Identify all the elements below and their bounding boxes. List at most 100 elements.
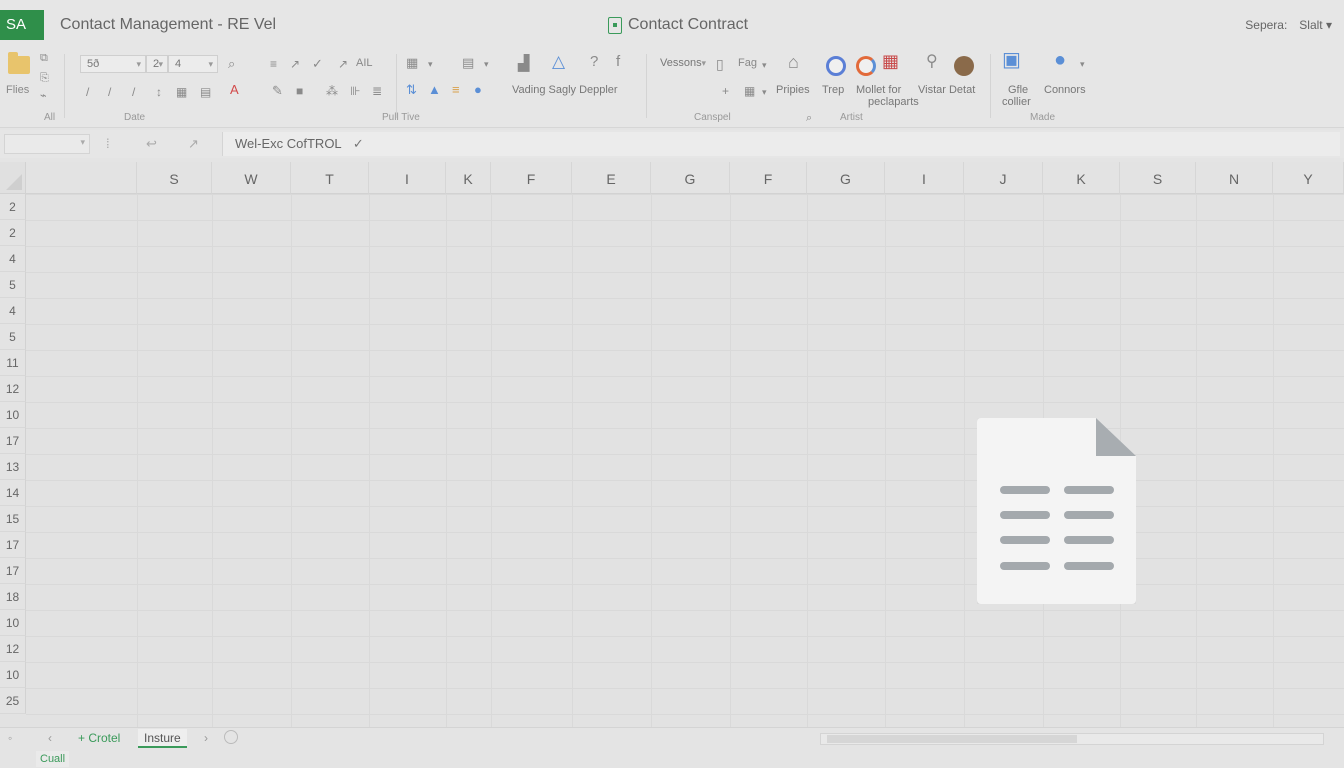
share-button[interactable]: Sepera: bbox=[1245, 18, 1287, 32]
column-header[interactable]: G bbox=[651, 162, 730, 194]
person-icon[interactable]: ▲ bbox=[428, 82, 441, 98]
format-painter-icon[interactable]: ⌁ bbox=[40, 88, 47, 104]
column-header[interactable]: N bbox=[1196, 162, 1273, 194]
column-header[interactable]: F bbox=[491, 162, 572, 194]
properties-button[interactable]: Pripies bbox=[776, 84, 810, 96]
row-header[interactable]: 18 bbox=[0, 584, 26, 610]
column-header[interactable]: G bbox=[807, 162, 885, 194]
cells-icon[interactable]: ▤ bbox=[462, 55, 474, 71]
grid-icon[interactable]: ▦ bbox=[744, 83, 755, 99]
chevron-down-icon[interactable]: ▾ bbox=[428, 56, 433, 72]
folder-icon[interactable] bbox=[8, 52, 30, 74]
styles-button[interactable]: Vading Sagly Deppler bbox=[512, 84, 618, 96]
list-icon[interactable]: ≡ bbox=[452, 82, 460, 98]
insert-function-icon[interactable]: ↗ bbox=[188, 136, 199, 152]
row-header[interactable]: 10 bbox=[0, 610, 26, 636]
tab-scroll-next-icon[interactable]: › bbox=[204, 731, 208, 745]
refresh-icon[interactable] bbox=[856, 56, 876, 76]
column-header[interactable]: I bbox=[369, 162, 446, 194]
enter-icon[interactable]: ↩ bbox=[146, 136, 157, 152]
column-header[interactable]: S bbox=[137, 162, 212, 194]
triangle-icon[interactable]: △ bbox=[552, 53, 565, 70]
trep-button[interactable]: Trep bbox=[822, 84, 844, 96]
column-header[interactable]: T bbox=[291, 162, 369, 194]
row-header[interactable]: 2 bbox=[0, 220, 26, 246]
check-icon[interactable]: ✓ bbox=[312, 56, 323, 72]
underline-icon[interactable]: / bbox=[108, 84, 111, 100]
apps-icon[interactable]: ▦ bbox=[882, 52, 899, 70]
row-header[interactable]: 12 bbox=[0, 636, 26, 662]
mollet-button-line2[interactable]: peclaparts bbox=[868, 96, 919, 108]
column-header[interactable]: W bbox=[212, 162, 291, 194]
formula-input[interactable]: Wel-Exc CofTROL ✓ bbox=[222, 132, 1340, 156]
chevron-down-icon[interactable]: ▾ bbox=[1080, 56, 1085, 72]
file-icon[interactable]: ▯ bbox=[716, 56, 724, 72]
chart-icon[interactable]: ▟ bbox=[518, 56, 530, 72]
gfile-button-line2[interactable]: collier bbox=[1002, 96, 1031, 108]
row-header[interactable]: 2 bbox=[0, 194, 26, 220]
gfile-button-line1[interactable]: Gfle bbox=[1008, 84, 1028, 96]
font-size-select[interactable]: 2 bbox=[146, 55, 168, 73]
window-icon[interactable]: ▣ bbox=[1002, 50, 1021, 70]
italic-icon[interactable]: / bbox=[86, 84, 89, 100]
row-header[interactable]: 5 bbox=[0, 324, 26, 350]
sheet-tab-crotel[interactable]: + Crotel bbox=[72, 729, 126, 748]
row-header[interactable]: 14 bbox=[0, 480, 26, 506]
versions-select[interactable]: Vessons bbox=[654, 55, 710, 73]
cancel-icon[interactable]: ⁞ bbox=[106, 136, 110, 151]
question-icon[interactable]: ? bbox=[590, 54, 598, 70]
column-header[interactable]: S bbox=[1120, 162, 1196, 194]
lock-icon[interactable]: ⌂ bbox=[788, 53, 799, 71]
column-header[interactable]: K bbox=[446, 162, 491, 194]
column-header[interactable]: J bbox=[964, 162, 1043, 194]
scrollbar-thumb[interactable] bbox=[827, 735, 1077, 743]
font-size-select-2[interactable]: 4 bbox=[168, 55, 218, 73]
wrap-icon[interactable]: ↗ bbox=[338, 56, 348, 72]
column-header[interactable]: F bbox=[730, 162, 807, 194]
account-menu[interactable]: Slalt ▾ bbox=[1299, 18, 1332, 32]
search-icon[interactable]: ⌕ bbox=[806, 110, 812, 126]
sheet-tab-insture[interactable]: Insture bbox=[138, 729, 187, 748]
number-format-select[interactable]: AIL bbox=[356, 57, 373, 69]
fill-color-icon[interactable]: ▤ bbox=[200, 84, 211, 100]
find-button[interactable]: Fag bbox=[738, 57, 757, 69]
row-header[interactable]: 10 bbox=[0, 662, 26, 688]
font-name-select[interactable]: 5ð bbox=[80, 55, 146, 73]
files-button[interactable]: Flies bbox=[6, 84, 29, 96]
mollet-button-line1[interactable]: Mollet for bbox=[856, 84, 901, 96]
strike-icon[interactable]: / bbox=[132, 84, 135, 100]
avatar-icon[interactable] bbox=[954, 56, 974, 76]
subscript-icon[interactable]: ↕ bbox=[156, 84, 162, 100]
chevron-down-icon[interactable]: ▾ bbox=[762, 57, 767, 73]
fill-icon[interactable]: ■ bbox=[296, 83, 303, 99]
copy-icon[interactable]: ⎘ bbox=[40, 70, 49, 86]
row-header[interactable]: 17 bbox=[0, 428, 26, 454]
function-icon[interactable]: f bbox=[616, 54, 620, 70]
tab-scroll-prev-icon[interactable]: ‹ bbox=[48, 731, 52, 745]
user-icon[interactable]: ● bbox=[474, 82, 482, 98]
search-icon[interactable]: ⌕ bbox=[228, 56, 235, 72]
row-header[interactable]: 5 bbox=[0, 272, 26, 298]
pen-icon[interactable]: ✎ bbox=[272, 83, 283, 99]
column-header[interactable]: K bbox=[1043, 162, 1120, 194]
select-all-corner[interactable] bbox=[0, 162, 26, 194]
column-header[interactable]: E bbox=[572, 162, 651, 194]
row-header[interactable]: 11 bbox=[0, 350, 26, 376]
column-header[interactable]: Y bbox=[1273, 162, 1344, 194]
clipboard-icon[interactable]: ⧉ bbox=[40, 50, 48, 66]
align-icon[interactable]: ⁂ bbox=[326, 83, 338, 99]
link-icon[interactable]: ⚲ bbox=[926, 54, 938, 70]
border-icon[interactable]: ▦ bbox=[176, 84, 187, 100]
row-header[interactable]: 4 bbox=[0, 298, 26, 324]
check-icon[interactable]: ✓ bbox=[353, 136, 364, 151]
table-icon[interactable]: ▦ bbox=[406, 55, 418, 71]
name-box[interactable] bbox=[4, 134, 90, 154]
person-icon[interactable]: ● bbox=[1054, 50, 1066, 70]
vistar-button[interactable]: Vistar Detat bbox=[918, 84, 975, 96]
record-icon[interactable] bbox=[826, 56, 846, 76]
row-header[interactable]: 10 bbox=[0, 402, 26, 428]
row-header[interactable]: 12 bbox=[0, 376, 26, 402]
chevron-down-icon[interactable]: ▾ bbox=[762, 84, 767, 100]
align-top-icon[interactable]: ≡ bbox=[270, 56, 277, 72]
add-sheet-icon[interactable] bbox=[224, 730, 238, 744]
